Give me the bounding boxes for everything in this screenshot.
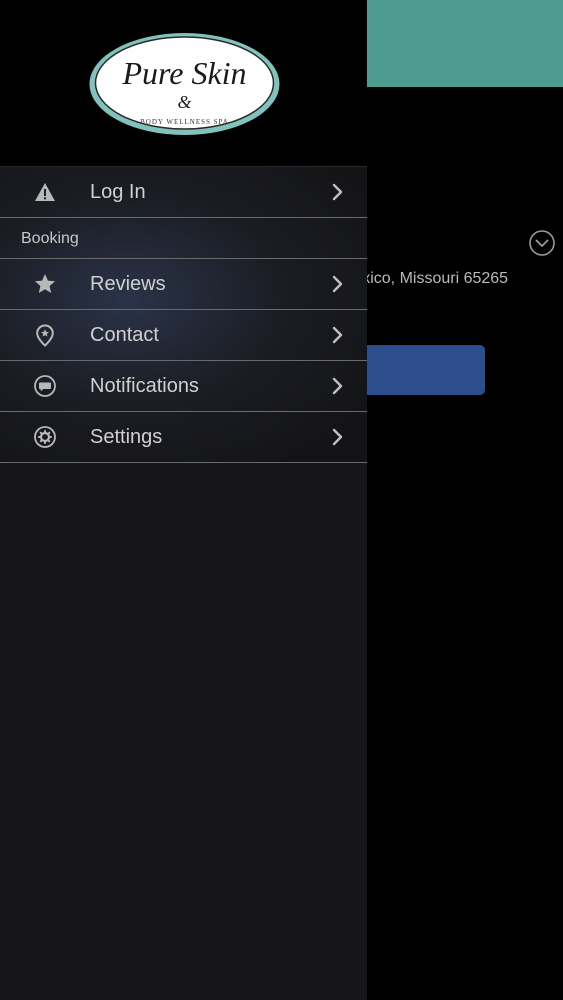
- menu-item-label: Log In: [90, 181, 146, 203]
- star-icon: [35, 274, 55, 293]
- header-banner: [367, 0, 563, 87]
- app-screen: Mexico, Missouri 65265 Pure Skin & BODY …: [0, 0, 563, 1000]
- logo-tagline: BODY WELLNESS SPA: [140, 118, 229, 126]
- section-header-booking: Booking: [0, 218, 367, 259]
- location-pin-icon: [36, 324, 54, 347]
- menu-item-notifications[interactable]: Notifications: [0, 361, 367, 412]
- pure-skin-logo: Pure Skin & BODY WELLNESS SPA: [89, 33, 280, 135]
- chevron-right-icon: [332, 183, 343, 201]
- menu-item-reviews[interactable]: Reviews: [0, 259, 367, 310]
- chevron-right-icon: [332, 377, 343, 395]
- menu-item-contact[interactable]: Contact: [0, 310, 367, 361]
- menu-item-label: Notifications: [90, 375, 199, 397]
- chevron-right-icon: [332, 275, 343, 293]
- logo-title: Pure Skin: [121, 55, 246, 91]
- section-label: Booking: [21, 230, 79, 247]
- chat-bubble-icon: [34, 375, 56, 397]
- chevron-right-icon: [332, 428, 343, 446]
- drawer-header: Pure Skin & BODY WELLNESS SPA: [0, 0, 367, 166]
- menu-item-label: Reviews: [90, 273, 166, 295]
- gear-icon: [34, 426, 56, 448]
- warning-icon: [35, 183, 55, 201]
- menu-item-label: Contact: [90, 324, 159, 346]
- menu-item-settings[interactable]: Settings: [0, 412, 367, 463]
- menu-item-label: Settings: [90, 426, 163, 448]
- drawer-menu: Log In Booking Reviews Contact Notificat…: [0, 166, 367, 463]
- business-address: Mexico, Missouri 65265: [340, 270, 563, 288]
- chevron-down-circle-icon[interactable]: [528, 229, 556, 257]
- logo-ampersand: &: [177, 92, 191, 112]
- navigation-drawer: Pure Skin & BODY WELLNESS SPA Log In Boo…: [0, 0, 367, 1000]
- chevron-right-icon: [332, 326, 343, 344]
- menu-item-log-in[interactable]: Log In: [0, 166, 367, 218]
